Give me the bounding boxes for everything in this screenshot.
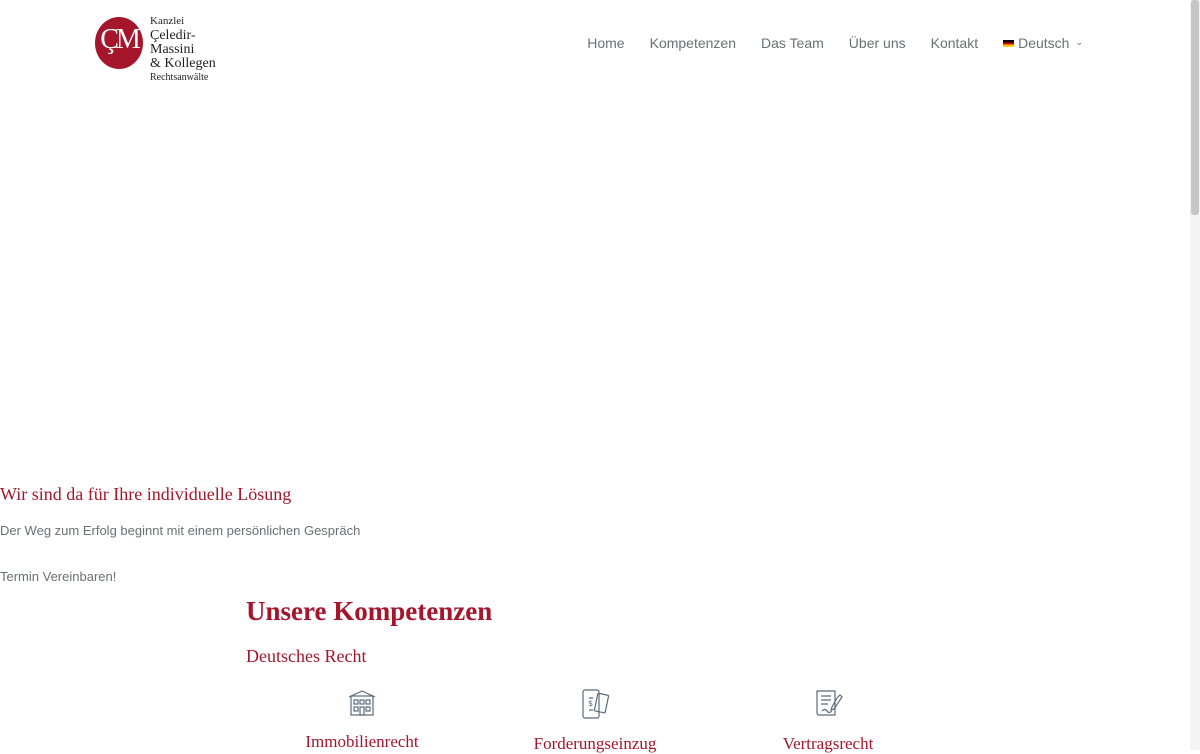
language-label: Deutsch	[1018, 35, 1070, 51]
nav-kontakt[interactable]: Kontakt	[931, 34, 978, 52]
competences-subtitle: Deutsches Recht	[246, 646, 367, 666]
logo-monogram: ÇM	[100, 24, 141, 55]
competence-card-forderungseinzug[interactable]: $ Forderungseinzug	[480, 688, 710, 754]
site-logo[interactable]: ÇM Kanzlei Çeledir-Massini & Kollegen Re…	[95, 14, 235, 83]
competence-card-immobilienrecht[interactable]: Immobilienrecht	[247, 688, 477, 752]
contract-icon	[816, 690, 843, 716]
main-nav: Home Kompetenzen Das Team Über uns Konta…	[587, 34, 1083, 52]
building-icon	[348, 690, 376, 716]
logo-line-2: Çeledir-Massini	[150, 28, 196, 57]
svg-text:$: $	[588, 699, 593, 708]
card-title: Forderungseinzug	[533, 734, 657, 753]
language-selector[interactable]: Deutsch ⌄	[1003, 34, 1083, 52]
logo-line-4: Rechtsanwälte	[150, 72, 209, 83]
card-title: Vertragsrecht	[782, 734, 874, 753]
logo-mark: ÇM	[95, 17, 143, 69]
nav-kompetenzen[interactable]: Kompetenzen	[650, 34, 736, 52]
hero-subtitle: Der Weg zum Erfolg beginnt mit einem per…	[0, 523, 361, 538]
chevron-down-icon: ⌄	[1075, 36, 1083, 47]
competences-title: Unsere Kompetenzen	[246, 596, 493, 626]
logo-line-1: Kanzlei	[150, 15, 185, 27]
appointment-link[interactable]: Termin Vereinbaren!	[0, 569, 116, 584]
logo-text: Kanzlei Çeledir-Massini & Kollegen Recht…	[150, 16, 235, 83]
card-title: Immobilienrecht	[305, 732, 419, 751]
scrollbar-thumb[interactable]	[1191, 0, 1199, 215]
german-flag-icon	[1003, 39, 1015, 47]
competence-card-vertragsrecht[interactable]: Vertragsrecht	[713, 688, 943, 754]
nav-home[interactable]: Home	[587, 34, 624, 52]
money-phone-icon: $	[582, 689, 610, 719]
hero-title: Wir sind da für Ihre individuelle Lösung	[0, 484, 292, 504]
nav-ueber-uns[interactable]: Über uns	[849, 34, 906, 52]
logo-line-3: & Kollegen	[150, 56, 216, 71]
page-scrollbar[interactable]	[1190, 0, 1200, 750]
nav-das-team[interactable]: Das Team	[761, 34, 824, 52]
